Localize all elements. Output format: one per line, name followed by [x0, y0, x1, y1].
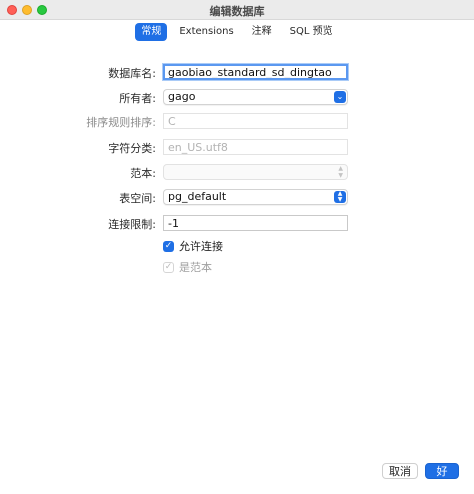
updown-arrows-icon: ▲ ▼	[334, 191, 346, 203]
chevron-down-icon: ⌄	[334, 91, 346, 103]
window-title: 编辑数据库	[209, 5, 265, 18]
template-select: ▲ ▼	[163, 164, 348, 180]
tab-extensions[interactable]: Extensions	[173, 23, 239, 41]
title-bar: 编辑数据库	[0, 0, 474, 20]
row-ctype: 字符分类:	[0, 137, 474, 157]
is-template-row: ✓ 是范本	[163, 259, 212, 275]
tab-sql-preview[interactable]: SQL 预览	[284, 23, 339, 41]
owner-select[interactable]: gago ⌄	[163, 89, 348, 105]
db-name-input[interactable]	[163, 64, 348, 80]
tab-general[interactable]: 常规	[135, 23, 168, 41]
allow-connections-checkbox[interactable]: ✓	[163, 240, 174, 252]
row-template: 范本: ▲ ▼	[0, 162, 474, 182]
is-template-checkbox: ✓	[163, 261, 174, 273]
tablespace-label: 表空间:	[119, 192, 156, 205]
is-template-label: 是范本	[179, 261, 212, 274]
owner-value: gago	[168, 90, 196, 103]
conn-limit-label: 连接限制:	[108, 218, 156, 231]
conn-limit-input[interactable]	[163, 215, 348, 231]
ctype-input	[163, 139, 348, 155]
tab-bar: 常规 Extensions 注释 SQL 预览	[0, 23, 474, 41]
tab-comments[interactable]: 注释	[246, 23, 278, 41]
row-conn-limit: 连接限制:	[0, 213, 474, 233]
owner-label: 所有者:	[119, 92, 156, 105]
ok-button[interactable]: 好	[425, 463, 459, 479]
template-label: 范本:	[130, 167, 156, 180]
ctype-label: 字符分类:	[108, 142, 156, 155]
row-db-name: 数据库名:	[0, 62, 474, 82]
updown-arrows-icon: ▲ ▼	[338, 165, 343, 179]
allow-connections-row: ✓ 允许连接	[163, 238, 223, 254]
db-name-label: 数据库名:	[108, 67, 156, 80]
row-owner: 所有者: gago ⌄	[0, 87, 474, 107]
collation-input	[163, 113, 348, 129]
cancel-button[interactable]: 取消	[382, 463, 418, 479]
allow-connections-label: 允许连接	[179, 240, 223, 253]
tablespace-value: pg_default	[168, 190, 227, 203]
collation-label: 排序规则排序:	[86, 116, 156, 129]
edit-database-window: 编辑数据库 常规 Extensions 注释 SQL 预览 数据库名: 所有者:…	[0, 0, 474, 494]
tablespace-select[interactable]: pg_default ▲ ▼	[163, 189, 348, 205]
row-tablespace: 表空间: pg_default ▲ ▼	[0, 187, 474, 207]
row-collation: 排序规则排序:	[0, 111, 474, 131]
